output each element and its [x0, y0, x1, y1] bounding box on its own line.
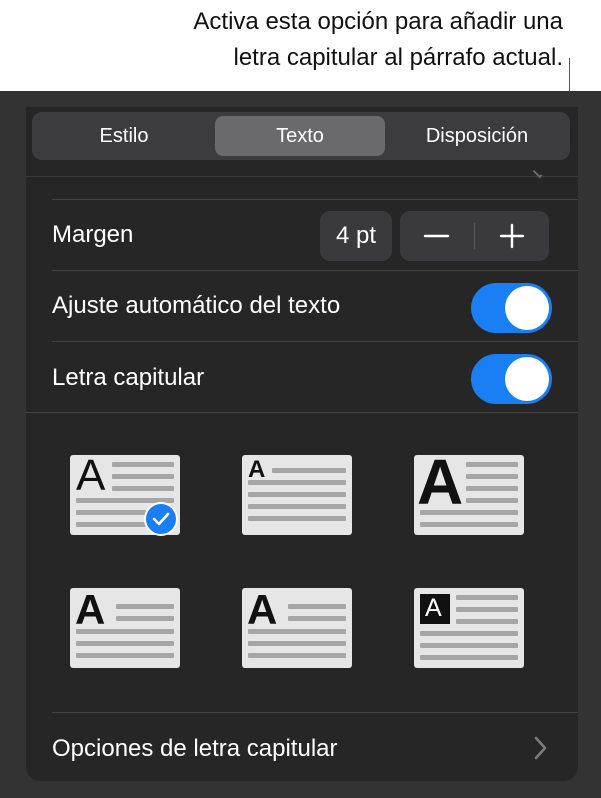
decrement-button[interactable] [400, 211, 474, 261]
dropcap-style-3[interactable]: A [414, 455, 524, 535]
text-line [112, 474, 174, 479]
dropcap-glyph: A [75, 588, 106, 633]
text-line [248, 516, 346, 521]
text-line [248, 629, 346, 634]
text-line [466, 498, 518, 503]
callout-line-2: letra capitular al párrafo actual. [233, 44, 563, 71]
dropcap-glyph: A [425, 594, 442, 622]
text-line [288, 604, 346, 609]
text-line [248, 641, 346, 646]
tab-estilo[interactable]: Estilo [36, 116, 212, 156]
divider [52, 341, 578, 342]
text-line [248, 492, 346, 497]
divider [52, 199, 578, 200]
text-line [456, 619, 518, 624]
tab-texto[interactable]: Texto [215, 116, 385, 156]
dropcap-style-5[interactable]: A [242, 588, 352, 668]
scroll-edge-divider [26, 176, 578, 177]
text-line [76, 653, 174, 658]
text-line [288, 616, 346, 621]
text-line [248, 653, 346, 658]
dropcap-style-4[interactable]: A [70, 588, 180, 668]
tab-bar: Estilo Texto Disposición [32, 112, 570, 160]
text-line [76, 510, 146, 515]
margin-stepper [400, 211, 549, 261]
divider [26, 412, 578, 413]
dropcap-glyph: A [247, 588, 278, 633]
selected-check-icon [144, 502, 178, 536]
dropcap-style-2[interactable]: A [242, 455, 352, 535]
text-line [112, 462, 174, 467]
format-panel [26, 107, 578, 781]
dropcap-options-label: Opciones de letra capitular [52, 735, 338, 762]
text-line [466, 486, 518, 491]
text-line [420, 631, 518, 636]
dropcap-style-6[interactable]: A [414, 588, 524, 668]
text-line [456, 595, 518, 600]
divider [52, 270, 578, 271]
margin-value[interactable]: 4 pt [320, 211, 392, 261]
text-line [76, 629, 174, 634]
dropcap-options-row[interactable]: Opciones de letra capitular [26, 713, 578, 781]
chevron-right-icon [534, 736, 547, 760]
margin-label: Margen [52, 221, 134, 248]
dropcap-label: Letra capitular [52, 364, 205, 391]
text-line [248, 504, 346, 509]
text-line [76, 641, 174, 646]
text-line [456, 607, 518, 612]
text-line [112, 486, 174, 491]
autofit-label: Ajuste automático del texto [52, 292, 341, 319]
tab-disposicion[interactable]: Disposición [388, 116, 566, 156]
text-line [420, 655, 518, 660]
text-line [420, 643, 518, 648]
text-line [76, 522, 146, 527]
callout-text: Activa esta opción para añadir una letra… [43, 4, 563, 76]
dropcap-glyph: A [76, 455, 106, 500]
autofit-toggle[interactable] [471, 283, 552, 333]
text-line [466, 462, 518, 467]
text-line [420, 510, 518, 515]
toggle-knob [505, 357, 549, 401]
callout-line-1: Activa esta opción para añadir una [193, 8, 563, 35]
text-line [420, 522, 518, 527]
text-line [466, 474, 518, 479]
text-line [116, 604, 174, 609]
text-line [248, 480, 346, 485]
toggle-knob [505, 286, 549, 330]
text-line [116, 616, 174, 621]
plus-icon [499, 223, 525, 249]
minus-icon [423, 234, 450, 238]
dropcap-toggle[interactable] [471, 354, 552, 404]
increment-button[interactable] [475, 211, 549, 261]
text-line [272, 468, 346, 473]
